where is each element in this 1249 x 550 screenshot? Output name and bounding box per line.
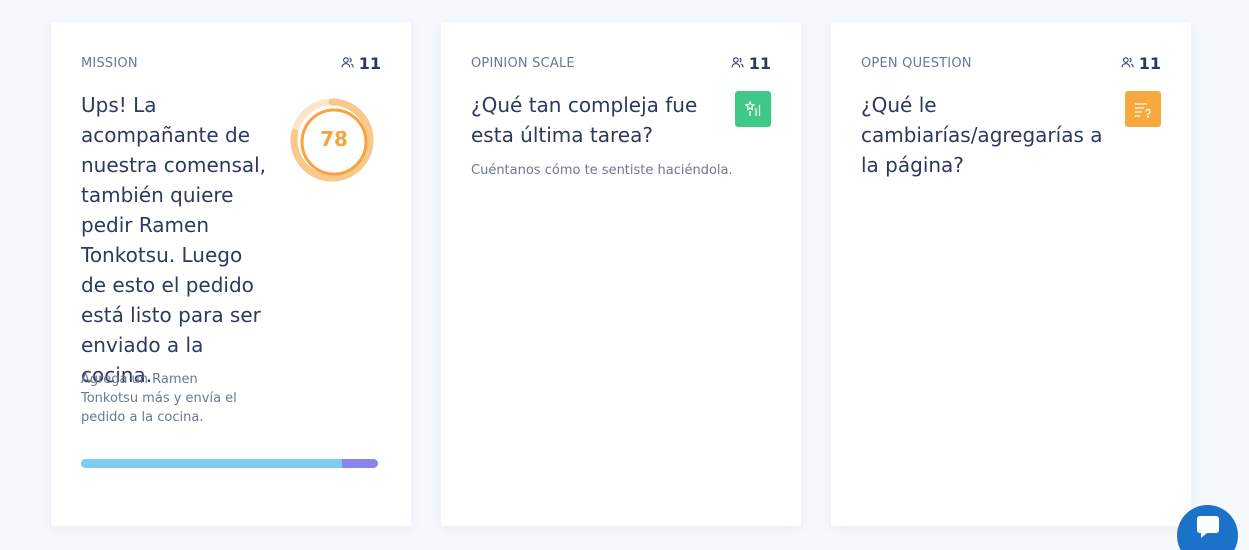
- responses-number: 11: [748, 54, 771, 73]
- mission-question: Ups! La acompañante de nuestra comensal,…: [81, 93, 267, 387]
- opinion-description: Cuéntanos cómo te sentiste haciéndola.: [471, 163, 733, 178]
- responses-count: 11: [341, 54, 381, 73]
- users-icon: [731, 54, 744, 73]
- responses-count: 11: [1121, 54, 1161, 73]
- card-type-label: OPEN QUESTION: [861, 56, 972, 71]
- results-board: MISSION 11 Ups! La acompañante de nuestr…: [0, 0, 1249, 550]
- opinion-scale-icon: [735, 91, 771, 127]
- completion-progress-fill: [81, 459, 343, 468]
- completion-progress-bar: [81, 459, 378, 468]
- card-type-label: OPINION SCALE: [471, 56, 575, 71]
- opinion-scale-card[interactable]: OPINION SCALE 11 ¿Qué tan compleja fue e…: [441, 22, 801, 526]
- users-icon: [341, 54, 354, 73]
- open-question-text: ¿Qué le cambiarías/agregarías a la págin…: [861, 93, 1103, 177]
- opinion-question: ¿Qué tan compleja fue esta última tarea?: [471, 93, 698, 147]
- chat-bubble-icon: [1193, 515, 1223, 547]
- open-question-icon: [1125, 91, 1161, 127]
- mission-card[interactable]: MISSION 11 Ups! La acompañante de nuestr…: [51, 22, 411, 526]
- open-question-card[interactable]: OPEN QUESTION 11 ¿Qué le cambiarías/agre…: [831, 22, 1191, 526]
- users-icon: [1121, 54, 1134, 73]
- responses-count: 11: [731, 54, 771, 73]
- mission-description: Agrega un Ramen Tonkotsu más y envía el …: [81, 372, 237, 425]
- responses-number: 11: [358, 54, 381, 73]
- responses-number: 11: [1138, 54, 1161, 73]
- score-value: 78: [320, 127, 348, 151]
- score-gauge: 78: [289, 97, 375, 183]
- card-type-label: MISSION: [81, 56, 138, 71]
